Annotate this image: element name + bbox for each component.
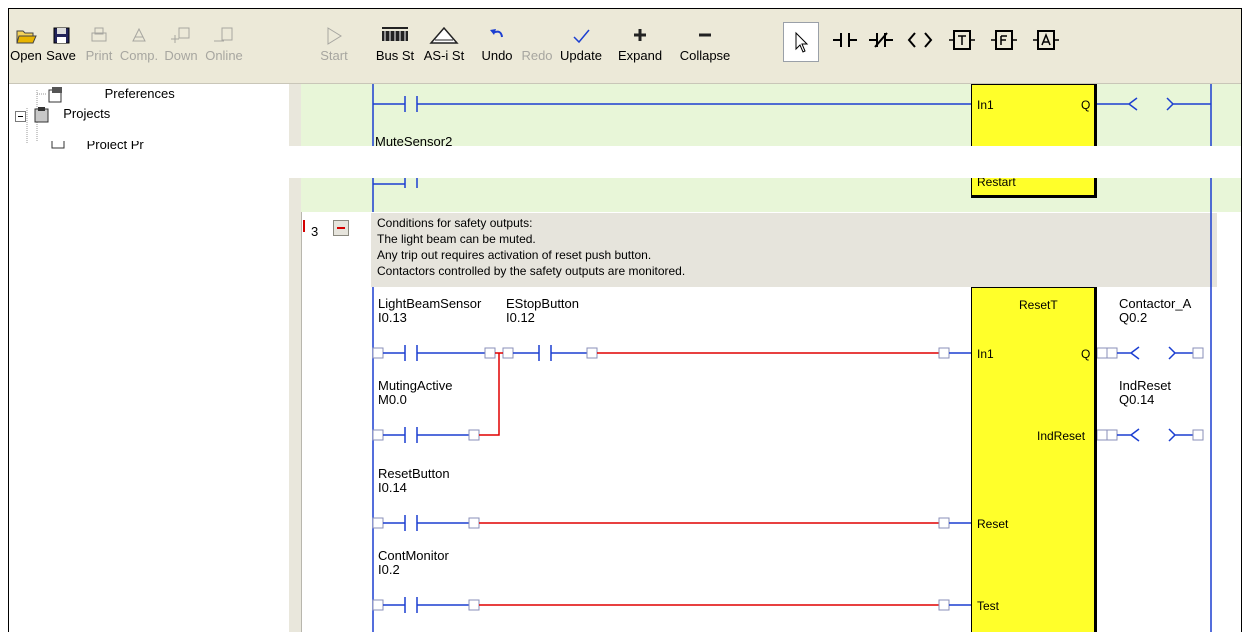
open-folder-icon <box>16 30 37 44</box>
online-button[interactable]: Online <box>201 25 247 73</box>
asi-block-icon <box>1033 30 1059 50</box>
reset-name: ResetButton <box>378 466 450 481</box>
undo-button[interactable]: Undo <box>477 25 517 73</box>
reset-button-contact[interactable] <box>372 515 480 531</box>
start-button[interactable]: Start <box>317 25 351 73</box>
reset-addr: I0.14 <box>378 480 407 495</box>
asi-status-label: AS-i St <box>423 48 465 63</box>
contactor-name: Contactor_A <box>1119 296 1192 311</box>
collapse-button[interactable]: Collapse <box>671 25 739 73</box>
online-label: Online <box>205 48 243 63</box>
bus-status-button[interactable]: Bus St <box>371 25 419 73</box>
estop-name: EStopButton <box>506 296 579 311</box>
timer-block-tool-button[interactable] <box>947 25 977 55</box>
toolbar: Open Save Print Comp. Down Online Start … <box>9 9 1241 84</box>
bus-status-icon <box>382 27 408 41</box>
block-indreset-label: IndReset <box>1037 429 1086 443</box>
update-button[interactable]: Update <box>553 25 609 73</box>
nc-contact-tool-button[interactable] <box>867 25 897 55</box>
project-tree: Preferences Projects Project Project3 <box>9 84 289 632</box>
open-button[interactable]: Open <box>9 25 43 73</box>
indreset-name: IndReset <box>1119 378 1172 393</box>
estop-contact[interactable] <box>502 345 598 361</box>
comp-button[interactable]: Comp. <box>119 25 159 73</box>
contmon-name: ContMonitor <box>378 548 449 563</box>
ladder-editor: In1 Q MuteSensor2 Restart 3 Conditions f… <box>289 84 1241 632</box>
block-q-label: Q <box>1081 347 1091 361</box>
contactor-coil[interactable] <box>1096 346 1204 360</box>
lightbeam-name: LightBeamSensor <box>378 296 482 311</box>
function-block-tool-button[interactable] <box>989 25 1019 55</box>
redo-button[interactable]: Redo <box>519 25 555 73</box>
open-label: Open <box>10 48 42 63</box>
select-pointer-icon <box>795 31 809 53</box>
tree-item-project3[interactable]: Project Project3 <box>29 141 144 149</box>
normally-open-contact-icon <box>833 33 857 47</box>
normally-closed-contact-icon <box>869 32 893 48</box>
collapse-label: Collapse <box>679 48 731 63</box>
no-contact-tool-button[interactable] <box>831 25 861 55</box>
down-button[interactable]: Down <box>161 25 201 73</box>
update-label: Update <box>560 48 602 63</box>
reset-function-block[interactable] <box>971 287 1097 632</box>
floppy-disk-icon <box>53 27 70 44</box>
asi-status-icon <box>429 26 459 44</box>
compile-icon <box>132 27 146 42</box>
print-button[interactable]: Print <box>81 25 117 73</box>
timer-block-icon <box>949 30 975 50</box>
tree-collapse-icon[interactable] <box>15 111 26 122</box>
save-button[interactable]: Save <box>43 25 79 73</box>
indreset-addr: Q0.14 <box>1119 392 1155 407</box>
print-label: Print <box>85 48 113 63</box>
bus-status-label: Bus St <box>375 48 415 63</box>
tree-item-label: Projects <box>63 106 111 121</box>
muting-addr: M0.0 <box>378 392 407 407</box>
down-label: Down <box>164 48 198 63</box>
block-test-label: Test <box>977 599 1000 613</box>
app-window: Open Save Print Comp. Down Online Start … <box>8 8 1242 632</box>
projects-icon <box>34 107 49 123</box>
printer-icon <box>91 27 107 42</box>
contactor-addr: Q0.2 <box>1119 310 1148 325</box>
contmon-addr: I0.2 <box>378 562 400 577</box>
comp-label: Comp. <box>119 48 159 63</box>
minus-icon <box>699 33 711 37</box>
block-in1-label: In1 <box>977 347 994 361</box>
block-title: ResetT <box>1019 298 1058 312</box>
indreset-coil[interactable] <box>1096 428 1204 442</box>
expand-button[interactable]: Expand <box>609 25 671 73</box>
download-icon <box>171 27 190 43</box>
redo-arrow-icon <box>527 25 547 47</box>
function-block-icon <box>991 30 1017 50</box>
redo-label: Redo <box>521 48 553 63</box>
plus-icon <box>634 29 646 41</box>
tree-item-label: Project Project3 <box>86 141 145 149</box>
lightbeam-contact[interactable] <box>372 345 496 361</box>
start-play-icon <box>327 27 342 45</box>
lightbeam-addr: I0.13 <box>378 310 407 325</box>
save-label: Save <box>46 48 76 63</box>
tree-item-projects[interactable]: Projects <box>15 102 110 123</box>
start-label: Start <box>320 48 348 63</box>
asi-block-tool-button[interactable] <box>1031 25 1061 55</box>
undo-label: Undo <box>481 48 513 63</box>
coil-tool-button[interactable] <box>905 25 935 55</box>
checkmark-icon <box>573 29 590 44</box>
tree-item-label: Preferences <box>104 86 175 101</box>
online-icon <box>214 27 233 42</box>
project-icon <box>51 141 65 149</box>
muting-contact[interactable] <box>372 427 480 443</box>
coil-icon <box>907 32 933 48</box>
muting-name: MutingActive <box>378 378 453 393</box>
block-reset-label: Reset <box>977 517 1009 531</box>
contmonitor-contact[interactable] <box>372 597 480 613</box>
estop-addr: I0.12 <box>506 310 535 325</box>
asi-status-button[interactable]: AS-i St <box>419 25 469 73</box>
undo-arrow-icon <box>490 29 503 38</box>
expand-label: Expand <box>617 48 663 63</box>
select-tool-button[interactable] <box>783 22 819 62</box>
